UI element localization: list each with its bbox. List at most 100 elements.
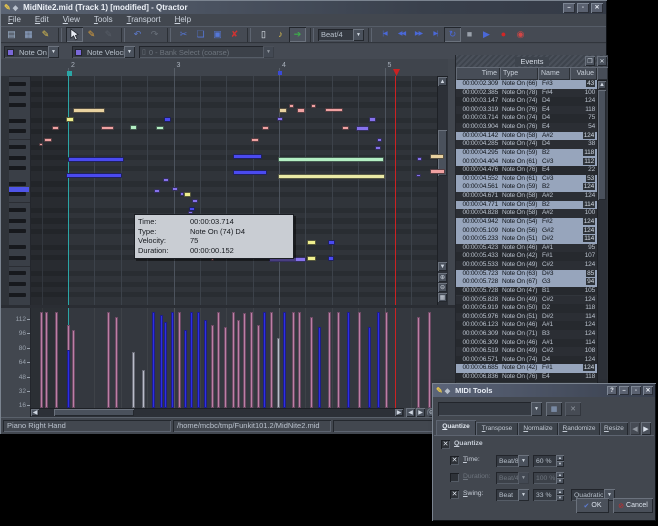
midi-note[interactable] [278, 157, 384, 162]
velocity-bar[interactable] [171, 312, 174, 408]
cancel-button[interactable]: ⊘ Cancel [613, 498, 653, 513]
tab-resize[interactable]: Resize [600, 422, 628, 435]
paste-button[interactable]: ▣ [209, 27, 226, 42]
maximize-button[interactable]: ▫ [631, 386, 641, 395]
hscroll-left-icon[interactable]: ◀ [406, 408, 415, 417]
piano-key-black[interactable] [9, 219, 26, 223]
piano-key-black[interactable] [9, 256, 26, 260]
midi-note[interactable] [156, 126, 164, 130]
ok-button[interactable]: ✔ OK [576, 498, 609, 513]
tab-transpose[interactable]: Transpose [476, 422, 518, 435]
redo-button[interactable]: ↷ [146, 27, 163, 42]
velocity-bar[interactable] [318, 327, 321, 408]
piano-key-black[interactable] [9, 82, 26, 86]
event-row[interactable]: 00:00:03.714Note On (74)D475 [456, 114, 597, 123]
velocity-bar[interactable] [190, 312, 193, 408]
event-row[interactable]: 00:00:02.309Note On (66)F#343 [456, 80, 597, 89]
piano-key-black[interactable] [9, 92, 26, 96]
quantize-checkbox[interactable]: ✕ [441, 440, 450, 449]
event-row[interactable]: 00:00:05.728Note On (47)B1105 [456, 287, 597, 296]
event-row[interactable]: 00:00:05.533Note On (49)C#2124 [456, 261, 597, 270]
copy-button[interactable]: ❏ [192, 27, 209, 42]
scroll-down-icon[interactable]: ▼ [438, 262, 447, 271]
event-row[interactable]: 00:00:05.109Note On (56)G#2124 [456, 227, 597, 236]
midi-note[interactable] [430, 154, 444, 159]
column-time[interactable]: Time [456, 67, 500, 80]
tab-quantize[interactable]: Quantize [436, 420, 476, 435]
column-value[interactable]: Value [570, 67, 597, 80]
transport-loop-button[interactable]: ↻ [444, 27, 461, 42]
midi-note[interactable] [184, 192, 191, 197]
velocity-bar[interactable] [204, 320, 207, 408]
horizontal-scrollbar[interactable]: ◀ ▶ [30, 408, 404, 417]
event-row[interactable]: 00:00:05.433Note On (42)F#1107 [456, 252, 597, 261]
event-row[interactable]: 00:00:05.423Note On (46)A#195 [456, 244, 597, 253]
edit-mode-eraser-button[interactable]: ✎ [100, 27, 117, 42]
velocity-bar[interactable] [40, 312, 43, 408]
zoom-reset-icon[interactable]: ▦ [438, 293, 447, 302]
midi-note[interactable] [307, 240, 316, 245]
event-row[interactable]: 00:00:03.319Note On (76)E4118 [456, 106, 597, 115]
midi-note[interactable] [277, 117, 283, 121]
delete-button[interactable]: ✘ [226, 27, 243, 42]
duration-checkbox[interactable] [450, 473, 459, 482]
midi-note[interactable] [233, 154, 262, 159]
window-menu-icon[interactable]: ◆ [13, 4, 18, 12]
event-row[interactable]: 00:00:05.723Note On (63)D#385 [456, 270, 597, 279]
transport-fast-forward-button[interactable]: ▶▶ [410, 27, 427, 42]
scroll-up-icon[interactable]: ▲ [598, 81, 606, 89]
chevron-down-icon[interactable]: ▼ [353, 29, 364, 41]
velocity-bar[interactable] [67, 350, 70, 408]
transport-punch-button[interactable]: ◉ [512, 27, 529, 42]
event-row[interactable]: 00:00:04.828Note On (58)A#2100 [456, 209, 597, 218]
velocity-bar[interactable] [164, 322, 167, 408]
midi-note[interactable] [66, 117, 74, 122]
velocity-bar[interactable] [224, 327, 227, 408]
help-button[interactable]: ? [607, 386, 617, 395]
midi-note[interactable] [163, 178, 169, 182]
event-row[interactable]: 00:00:05.728Note On (67)G394 [456, 278, 597, 287]
edit-mode-pencil-button[interactable]: ✎ [83, 27, 100, 42]
event-row[interactable]: 00:00:03.147Note On (74)D4124 [456, 97, 597, 106]
midi-note[interactable] [430, 169, 445, 174]
midi-note[interactable] [66, 173, 122, 178]
piano-key-black[interactable] [9, 293, 26, 297]
hscroll-right-icon[interactable]: ▶ [416, 408, 425, 417]
midi-note[interactable] [52, 126, 59, 130]
time-ruler[interactable]: 2345 [1, 59, 455, 77]
column-type[interactable]: Type [500, 67, 538, 80]
transport-stop-button[interactable]: ■ [461, 27, 478, 42]
time-percent-spinbox[interactable]: 60 %▲▼ [533, 455, 564, 467]
velocity-bar[interactable] [428, 312, 431, 408]
midi-note[interactable] [278, 174, 385, 179]
velocity-bar[interactable] [45, 312, 48, 408]
velocity-bar[interactable] [368, 327, 371, 408]
midi-note[interactable] [233, 170, 267, 175]
piano-key-black[interactable] [9, 271, 26, 275]
menu-tools[interactable]: Tools [87, 14, 120, 26]
midi-note[interactable] [377, 138, 382, 142]
velocity-bar[interactable] [152, 312, 155, 408]
velocity-bar[interactable] [417, 317, 420, 408]
midi-note[interactable] [328, 240, 335, 245]
swing-unit-combo[interactable]: Beat▼ [496, 489, 529, 501]
spin-down-icon[interactable]: ▼ [556, 461, 564, 467]
velocity-bar[interactable] [310, 317, 313, 408]
chevron-down-icon[interactable]: ▼ [124, 46, 135, 58]
dialog-menu-icon[interactable]: ◆ [445, 387, 450, 395]
piano-key-black[interactable] [9, 166, 26, 170]
event-row[interactable]: 00:00:06.571Note On (74)D4124 [456, 356, 597, 365]
midi-note[interactable] [369, 117, 376, 122]
value-type-combo[interactable]: Note Velocity ▼ [72, 46, 135, 58]
velocity-pane[interactable] [1, 308, 455, 408]
velocity-bar[interactable] [142, 370, 145, 408]
midi-note[interactable] [289, 104, 294, 108]
velocity-bar[interactable] [257, 325, 260, 408]
spin-arrows[interactable]: ▲▼ [556, 489, 564, 501]
midi-note[interactable] [279, 108, 287, 113]
event-row[interactable]: 00:00:06.836Note On (76)E4118 [456, 373, 597, 382]
event-row[interactable]: 00:00:06.309Note On (46)A#1114 [456, 339, 597, 348]
menu-transport[interactable]: Transport [120, 14, 168, 26]
event-row[interactable]: 00:00:04.942Note On (54)F#2124 [456, 218, 597, 227]
piano-key-black[interactable] [9, 229, 26, 233]
